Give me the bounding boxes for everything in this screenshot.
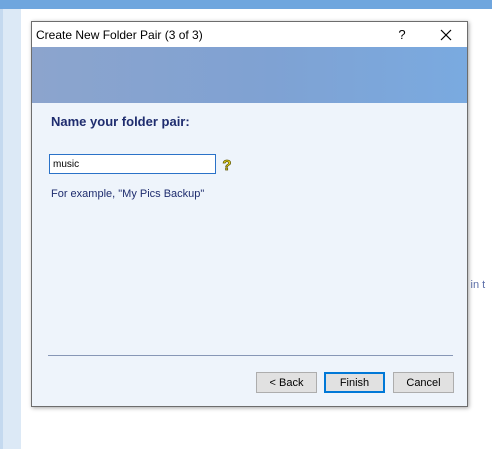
close-icon (440, 29, 452, 40)
svg-text:?: ? (222, 157, 231, 173)
cancel-button[interactable]: Cancel (393, 372, 454, 393)
page-heading: Name your folder pair: (51, 114, 190, 129)
create-folder-pair-dialog: Create New Folder Pair (3 of 3) ? Name y… (31, 21, 468, 407)
help-button[interactable]: ? (388, 22, 416, 47)
finish-button[interactable]: Finish (324, 372, 385, 393)
dialog-title: Create New Folder Pair (3 of 3) (36, 28, 203, 42)
button-divider (48, 355, 453, 356)
back-button[interactable]: < Back (256, 372, 317, 393)
dialog-title-bar[interactable]: Create New Folder Pair (3 of 3) ? (32, 22, 467, 47)
background-top-bar (0, 0, 492, 9)
close-button[interactable] (430, 22, 462, 47)
question-mark-icon[interactable]: ? (220, 157, 234, 173)
background-left-panel (0, 9, 21, 449)
dialog-banner (32, 47, 467, 103)
example-hint: For example, "My Pics Backup" (51, 188, 205, 200)
background-left-panel-edge (0, 9, 3, 449)
folder-pair-name-input[interactable] (49, 154, 216, 174)
